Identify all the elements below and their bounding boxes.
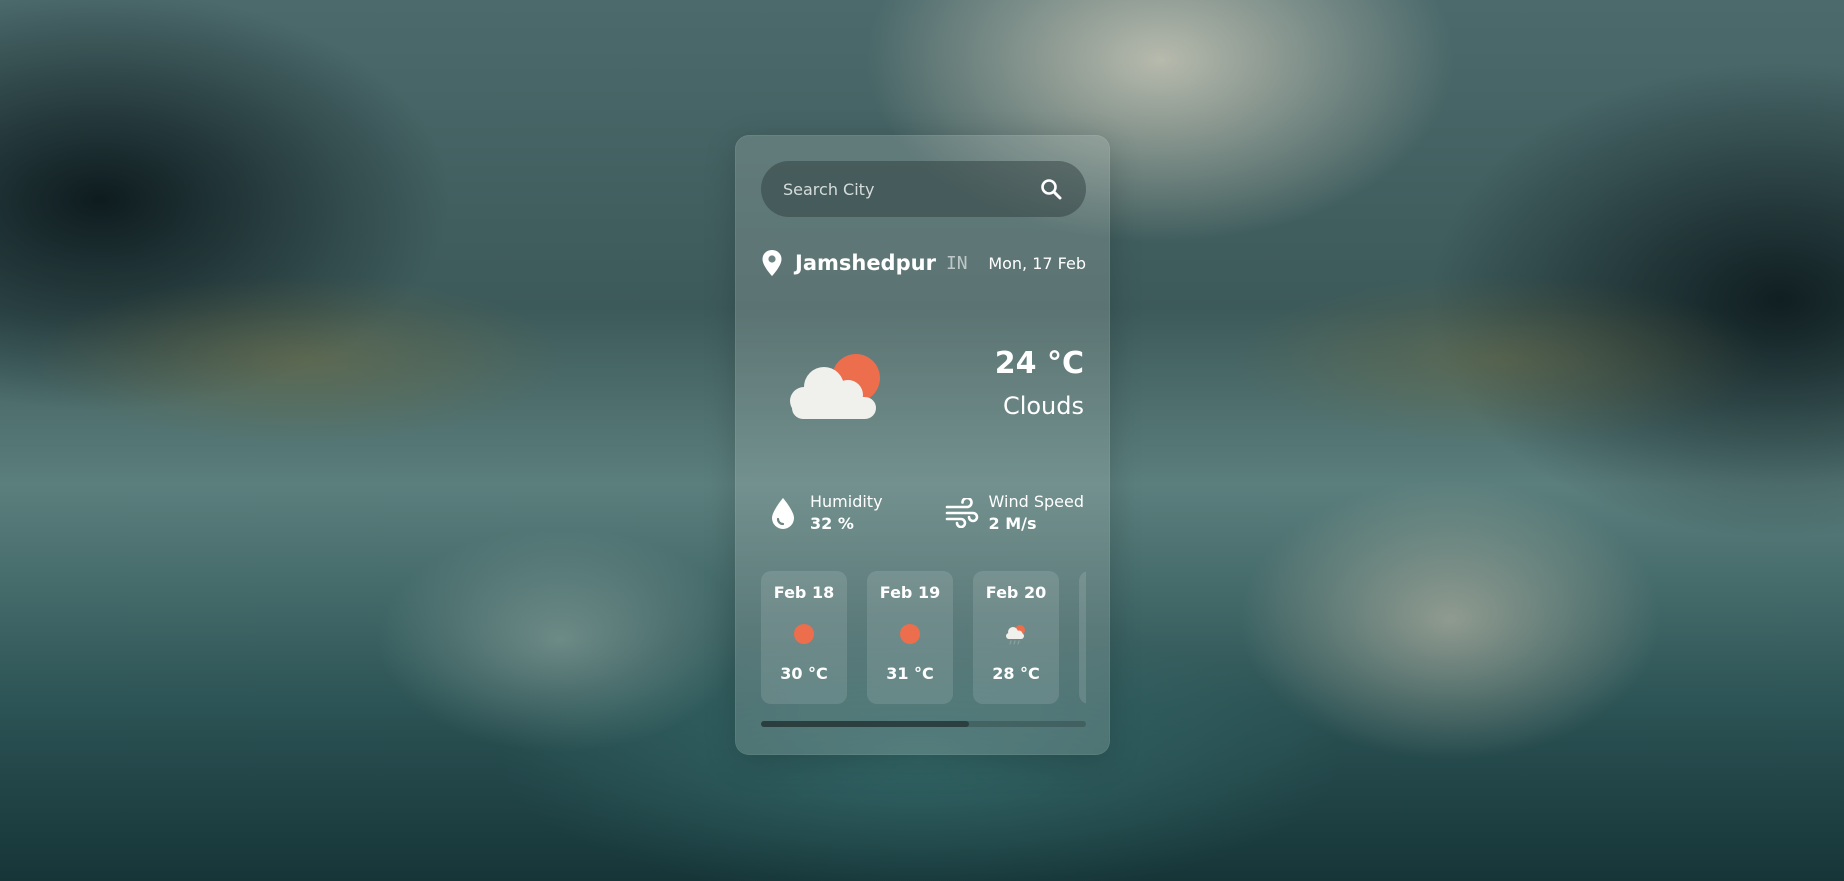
weather-card: Jamshedpur IN Mon, 17 Feb 24 °C Clouds H… <box>735 135 1110 755</box>
humidity-label: Humidity <box>810 492 883 511</box>
cloud-sun-icon <box>790 354 880 419</box>
sun-icon <box>896 620 924 648</box>
forecast-item: Feb 19 31 °C <box>867 571 953 704</box>
humidity-value: 32 % <box>810 514 854 533</box>
forecast-scrollbar[interactable] <box>761 721 1086 727</box>
search-input[interactable] <box>783 179 1038 199</box>
wind-speed-stat: Wind Speed 2 M/s <box>945 491 1084 535</box>
current-temperature: 24 °C <box>994 346 1084 381</box>
search-bar <box>761 161 1086 217</box>
forecast-item-partial <box>1079 571 1086 704</box>
forecast-temp: 31 °C <box>886 664 934 683</box>
forecast-scroll-thumb[interactable] <box>761 721 969 727</box>
wind-speed-value: 2 M/s <box>988 514 1037 533</box>
rain-cloud-icon <box>1002 620 1030 648</box>
forecast-list[interactable]: Feb 18 30 °C Feb 19 31 °C Feb 20 28 °C <box>761 571 1086 706</box>
forecast-temp: 28 °C <box>992 664 1040 683</box>
wind-icon <box>945 495 979 531</box>
humidity-drop-icon <box>766 495 800 531</box>
location-pin-icon <box>762 250 782 276</box>
humidity-stat: Humidity 32 % <box>766 491 883 535</box>
sun-icon <box>790 620 818 648</box>
city-name: Jamshedpur <box>795 251 936 275</box>
forecast-date: Feb 19 <box>879 583 941 602</box>
forecast-date: Feb 20 <box>985 583 1047 602</box>
search-icon <box>1041 179 1062 200</box>
current-date: Mon, 17 Feb <box>988 253 1086 273</box>
forecast-item: Feb 18 30 °C <box>761 571 847 704</box>
location-row: Jamshedpur IN Mon, 17 Feb <box>761 248 1086 278</box>
wind-speed-label: Wind Speed <box>988 492 1084 511</box>
forecast-date: Feb 18 <box>773 583 835 602</box>
weather-condition: Clouds <box>1002 392 1084 420</box>
country-code: IN <box>945 252 968 274</box>
search-button[interactable] <box>1038 176 1064 202</box>
forecast-temp: 30 °C <box>780 664 828 683</box>
forecast-item: Feb 20 28 °C <box>973 571 1059 704</box>
